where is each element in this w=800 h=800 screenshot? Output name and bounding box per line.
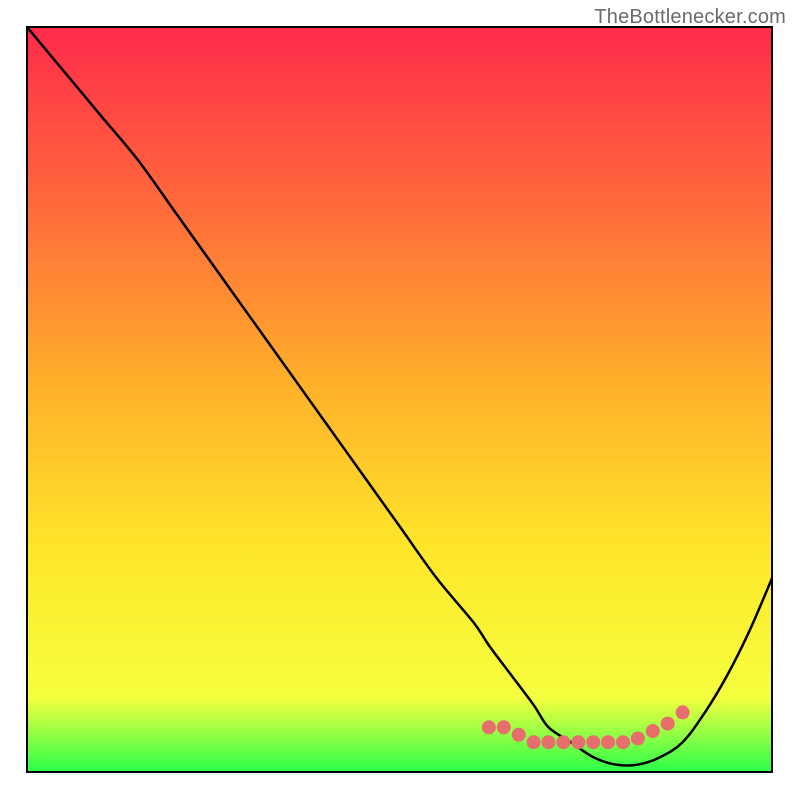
sweet-spot-dot	[527, 735, 541, 749]
sweet-spot-dot	[571, 735, 585, 749]
sweet-spot-dot	[497, 720, 511, 734]
chart-stage: TheBottlenecker.com	[0, 0, 800, 800]
plot-background	[27, 27, 772, 772]
sweet-spot-dot	[542, 735, 556, 749]
sweet-spot-dot	[646, 724, 660, 738]
sweet-spot-dot	[512, 728, 526, 742]
sweet-spot-dot	[586, 735, 600, 749]
sweet-spot-dot	[616, 735, 630, 749]
sweet-spot-dot	[676, 705, 690, 719]
sweet-spot-dot	[631, 731, 645, 745]
sweet-spot-dot	[661, 717, 675, 731]
sweet-spot-dot	[556, 735, 570, 749]
sweet-spot-dot	[482, 720, 496, 734]
attribution-label: TheBottlenecker.com	[594, 6, 786, 29]
sweet-spot-dot	[601, 735, 615, 749]
bottleneck-chart	[0, 0, 800, 800]
